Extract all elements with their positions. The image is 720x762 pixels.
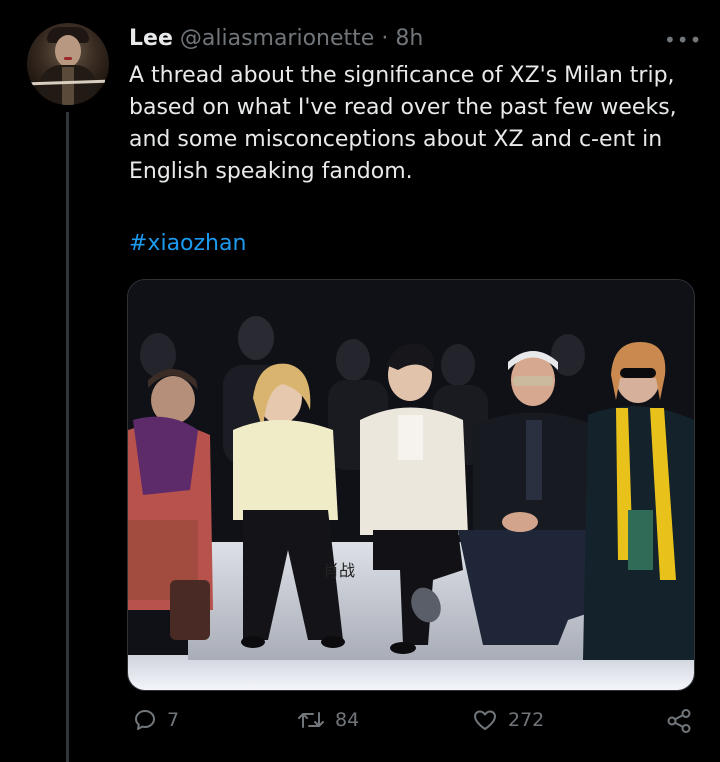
- more-icon[interactable]: •••: [664, 28, 702, 52]
- tweet-time[interactable]: 8h: [395, 26, 423, 51]
- avatar[interactable]: [27, 23, 109, 105]
- like-icon: [472, 708, 498, 732]
- thread-line: [66, 112, 69, 762]
- share-button[interactable]: [666, 708, 692, 734]
- retweet-icon: [297, 708, 325, 732]
- tweet-image[interactable]: 肖战: [127, 279, 695, 691]
- signature: 肖战: [323, 561, 355, 580]
- retweet-count: 84: [335, 709, 360, 731]
- action-bar: 7 84 272: [0, 700, 720, 750]
- reply-button[interactable]: 7: [133, 708, 179, 732]
- like-count: 272: [508, 709, 545, 731]
- share-icon: [666, 708, 692, 734]
- author-handle[interactable]: @aliasmarionette: [180, 26, 374, 51]
- reply-icon: [133, 708, 157, 732]
- hashtag-link[interactable]: #xiaozhan: [129, 228, 246, 260]
- reply-count: 7: [167, 709, 180, 731]
- author-name[interactable]: Lee: [129, 26, 173, 51]
- tweet-header: Lee @aliasmarionette · 8h: [129, 24, 423, 54]
- runway-photo: 肖战: [128, 280, 694, 690]
- tweet-text: A thread about the significance of XZ's …: [129, 63, 677, 184]
- retweet-button[interactable]: 84: [297, 708, 359, 732]
- like-button[interactable]: 272: [472, 708, 544, 732]
- separator-dot: ·: [381, 26, 389, 51]
